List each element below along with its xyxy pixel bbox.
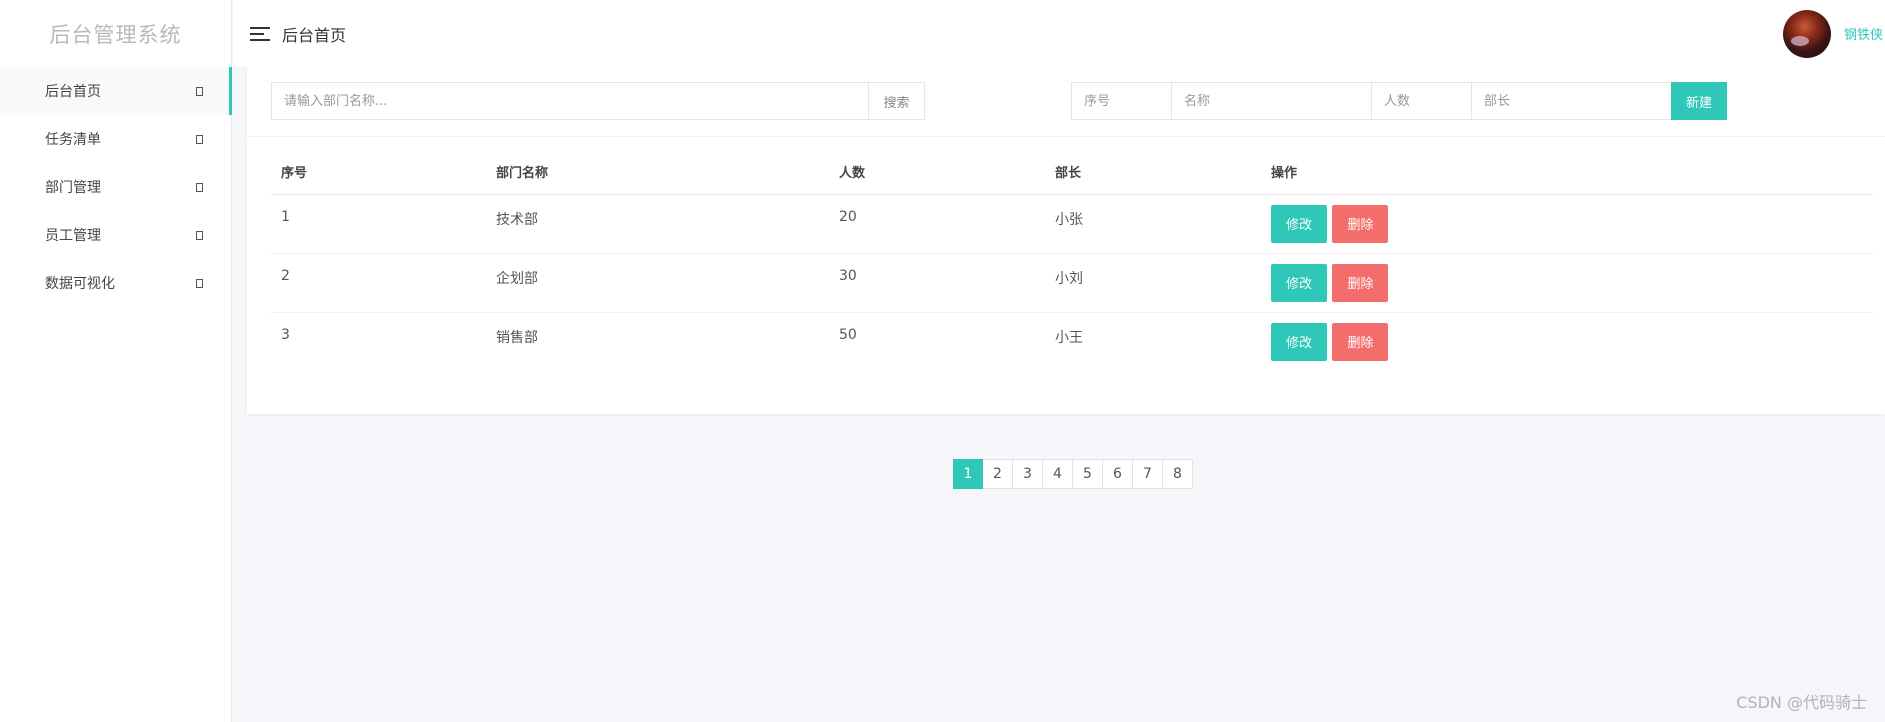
edit-button[interactable]: 修改 bbox=[1271, 263, 1327, 302]
cell-name: 销售部 bbox=[496, 329, 538, 346]
sidebar-item-departments[interactable]: 部门管理 bbox=[0, 163, 231, 211]
menu-arrow-icon bbox=[196, 134, 203, 144]
page-button-8[interactable]: 8 bbox=[1163, 459, 1193, 489]
table-header-row: 序号 部门名称 人数 部长 操作 bbox=[271, 150, 1873, 195]
toolbar: 搜索 新建 bbox=[247, 67, 1885, 137]
add-department-form: 新建 bbox=[1071, 82, 1727, 120]
sidebar-item-label: 员工管理 bbox=[45, 228, 101, 244]
edit-button[interactable]: 修改 bbox=[1271, 204, 1327, 243]
cell-actions: 修改 删除 bbox=[1261, 253, 1873, 313]
department-table-wrap: 序号 部门名称 人数 部长 操作 1 技术部 20 小张 修改 删除 2 企划部… bbox=[271, 150, 1873, 371]
menu-arrow-icon bbox=[196, 230, 203, 240]
sidebar: 后台管理系统 后台首页 任务清单 部门管理 员工管理 数据可视化 bbox=[0, 0, 232, 722]
cell-head: 小刘 bbox=[1045, 253, 1261, 313]
delete-button[interactable]: 删除 bbox=[1332, 263, 1389, 302]
cell-head: 小张 bbox=[1045, 194, 1261, 254]
sidebar-item-employees[interactable]: 员工管理 bbox=[0, 211, 231, 259]
cell-no: 1 bbox=[271, 194, 486, 254]
sidebar-item-label: 后台首页 bbox=[45, 84, 101, 100]
page-button-4[interactable]: 4 bbox=[1043, 459, 1073, 489]
edit-button[interactable]: 修改 bbox=[1271, 322, 1327, 361]
table-row: 1 技术部 20 小张 修改 删除 bbox=[271, 194, 1873, 254]
column-header-no: 序号 bbox=[271, 150, 486, 195]
column-header-count: 人数 bbox=[829, 150, 1045, 195]
cell-name: 企划部 bbox=[486, 253, 829, 313]
sidebar-item-label: 任务清单 bbox=[45, 132, 101, 148]
app-root: 后台管理系统 后台首页 任务清单 部门管理 员工管理 数据可视化 后台首页 钢铁… bbox=[0, 0, 1885, 722]
watermark: CSDN @代码骑士 bbox=[1736, 693, 1867, 712]
new-button[interactable]: 新建 bbox=[1671, 82, 1727, 120]
cell-no: 2 bbox=[271, 253, 486, 313]
search-box: 搜索 bbox=[271, 82, 925, 120]
cell-head: 小王 bbox=[1055, 329, 1083, 346]
page-button-7[interactable]: 7 bbox=[1133, 459, 1163, 489]
username-link[interactable]: 钢铁侠 bbox=[1844, 24, 1883, 43]
user-menu[interactable]: 钢铁侠 bbox=[1782, 0, 1885, 67]
sidebar-menu: 后台首页 任务清单 部门管理 员工管理 数据可视化 bbox=[0, 67, 232, 307]
cell-name: 技术部 bbox=[486, 194, 829, 254]
cell-actions: 修改 删除 bbox=[1261, 312, 1873, 371]
top-header: 后台首页 钢铁侠 bbox=[233, 0, 1885, 67]
cell-count: 20 bbox=[829, 194, 1045, 254]
pagination: 1 2 3 4 5 6 7 8 bbox=[953, 459, 1193, 489]
cell-actions: 修改 删除 bbox=[1261, 194, 1873, 254]
no-field[interactable] bbox=[1071, 82, 1171, 120]
search-button[interactable]: 搜索 bbox=[868, 83, 924, 119]
cell-no: 3 bbox=[281, 326, 290, 343]
search-input[interactable] bbox=[272, 83, 868, 119]
column-header-actions: 操作 bbox=[1261, 150, 1873, 195]
sidebar-item-label: 数据可视化 bbox=[45, 276, 115, 292]
avatar[interactable] bbox=[1782, 9, 1831, 58]
page-button-3[interactable]: 3 bbox=[1013, 459, 1043, 489]
delete-button[interactable]: 删除 bbox=[1332, 204, 1389, 243]
sidebar-item-label: 部门管理 bbox=[45, 180, 101, 196]
page-button-2[interactable]: 2 bbox=[983, 459, 1013, 489]
menu-toggle-icon[interactable] bbox=[250, 26, 270, 41]
department-panel: 搜索 新建 序号 部门名称 人数 部长 操作 bbox=[247, 67, 1885, 414]
column-header-name: 部门名称 bbox=[486, 150, 829, 195]
page-button-1[interactable]: 1 bbox=[953, 459, 983, 489]
page-title: 后台首页 bbox=[282, 25, 347, 45]
brand-title: 后台管理系统 bbox=[49, 22, 182, 47]
page-button-6[interactable]: 6 bbox=[1103, 459, 1133, 489]
cell-count: 30 bbox=[829, 253, 1045, 313]
sidebar-item-home[interactable]: 后台首页 bbox=[0, 67, 232, 115]
table-row: 2 企划部 30 小刘 修改 删除 bbox=[271, 253, 1873, 313]
table-row: 3 销售部 50 小王 修改 删除 bbox=[271, 312, 1873, 371]
department-table: 序号 部门名称 人数 部长 操作 1 技术部 20 小张 修改 删除 2 企划部… bbox=[271, 150, 1873, 371]
count-field[interactable] bbox=[1371, 82, 1471, 120]
sidebar-item-tasks[interactable]: 任务清单 bbox=[0, 115, 231, 163]
sidebar-item-visualization[interactable]: 数据可视化 bbox=[0, 259, 231, 307]
name-field[interactable] bbox=[1171, 82, 1371, 120]
column-header-head: 部长 bbox=[1045, 150, 1261, 195]
cell-count: 50 bbox=[839, 326, 857, 343]
delete-button[interactable]: 删除 bbox=[1332, 322, 1389, 361]
head-field[interactable] bbox=[1471, 82, 1671, 120]
page-button-5[interactable]: 5 bbox=[1073, 459, 1103, 489]
menu-arrow-icon bbox=[196, 182, 203, 192]
menu-arrow-icon bbox=[196, 278, 203, 288]
menu-arrow-icon bbox=[196, 86, 203, 96]
